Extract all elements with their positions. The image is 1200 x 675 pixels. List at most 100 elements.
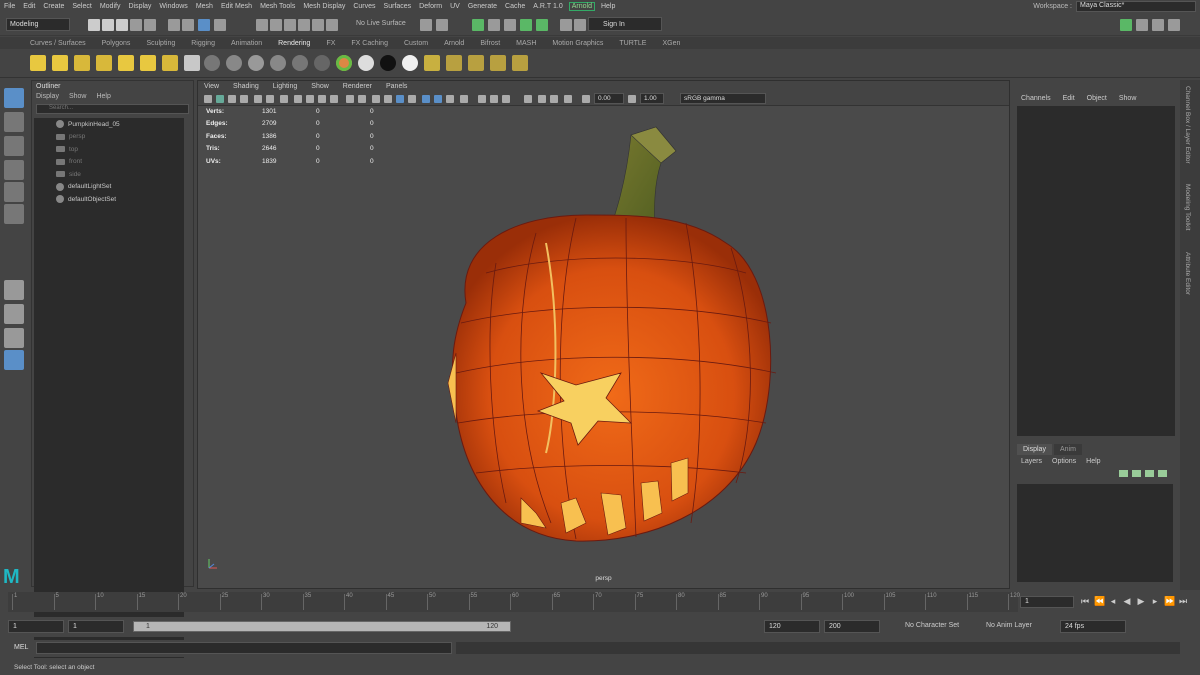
- tab-display[interactable]: Display: [1017, 444, 1052, 455]
- gamma-field[interactable]: 1.00: [640, 93, 664, 104]
- lock-selection-icon[interactable]: [214, 19, 226, 31]
- white-shader-icon[interactable]: [402, 55, 418, 71]
- animation-start-field[interactable]: 1: [8, 620, 64, 633]
- menu-create[interactable]: Create: [39, 3, 68, 10]
- move-layer-up-icon[interactable]: [1119, 470, 1128, 477]
- snap-curve-icon[interactable]: [270, 19, 282, 31]
- outliner-item-pumpkinhead[interactable]: PumpkinHead_05: [34, 118, 184, 131]
- play-backwards-icon[interactable]: ◀: [1122, 596, 1132, 606]
- character-set-dropdown[interactable]: No Character Set: [905, 622, 959, 629]
- phong-sphere-icon[interactable]: [248, 55, 264, 71]
- shelf-tab-polygons[interactable]: Polygons: [102, 40, 131, 47]
- playback-end-field[interactable]: 120: [764, 620, 820, 633]
- menu-a-r-t-1-0[interactable]: A.R.T 1.0: [529, 3, 566, 10]
- grid-icon[interactable]: [280, 95, 288, 103]
- smooth-shade-icon[interactable]: [384, 95, 392, 103]
- menu-help[interactable]: Help: [597, 3, 619, 10]
- shelf-tab-fx[interactable]: FX: [326, 40, 335, 47]
- outliner-item-defaultobjectset[interactable]: defaultObjectSet: [34, 193, 184, 206]
- menu-uv[interactable]: UV: [446, 3, 464, 10]
- menu-file[interactable]: File: [0, 3, 19, 10]
- shelf-tab-arnold[interactable]: Arnold: [444, 40, 464, 47]
- construction-history-icon[interactable]: [436, 19, 448, 31]
- time-slider[interactable]: 1 5 10 15 20 25 30 35 40 45 50 55 60 65 70 75 80 85 90 95 10…: [8, 592, 1020, 612]
- new-scene-icon[interactable]: [88, 19, 100, 31]
- field-chart-icon[interactable]: [330, 95, 338, 103]
- channel-box-area[interactable]: [1017, 106, 1175, 436]
- step-back-frame-icon[interactable]: ◂: [1108, 596, 1118, 606]
- history-icon[interactable]: [420, 19, 432, 31]
- shelf-tab-rendering[interactable]: Rendering: [278, 40, 310, 47]
- depth-of-field-icon[interactable]: [524, 95, 532, 103]
- hypershade-icon[interactable]: [536, 19, 548, 31]
- new-layer-icon[interactable]: [1145, 470, 1154, 477]
- go-to-end-icon[interactable]: ⏭: [1178, 596, 1188, 606]
- move-layer-down-icon[interactable]: [1132, 470, 1141, 477]
- snap-point-icon[interactable]: [284, 19, 296, 31]
- textured-icon[interactable]: [422, 95, 430, 103]
- xray-icon[interactable]: [408, 95, 416, 103]
- volume-light-icon[interactable]: [118, 55, 134, 71]
- viewport-panel[interactable]: View Shading Lighting Show Renderer Pane…: [197, 80, 1010, 589]
- shelf-tab-xgen[interactable]: XGen: [662, 40, 680, 47]
- fps-dropdown[interactable]: 24 fps: [1060, 620, 1126, 633]
- safe-action-icon[interactable]: [346, 95, 354, 103]
- tab-channel-box[interactable]: Channel Box / Layer Editor: [1184, 86, 1191, 164]
- viewport-menu-panels[interactable]: Panels: [386, 83, 407, 90]
- menu-arnold[interactable]: Arnold: [568, 2, 595, 11]
- channel-menu-show[interactable]: Show: [1119, 95, 1137, 102]
- film-gate-icon[interactable]: [294, 95, 302, 103]
- animation-end-field[interactable]: 200: [824, 620, 880, 633]
- exposure-reset-icon[interactable]: [582, 95, 590, 103]
- shelf-tab-mash[interactable]: MASH: [516, 40, 536, 47]
- outliner-menu-display[interactable]: Display: [36, 93, 59, 100]
- exposure-icon[interactable]: [538, 95, 546, 103]
- ambient-occlusion-icon[interactable]: [478, 95, 486, 103]
- surface-shader-icon[interactable]: [358, 55, 374, 71]
- current-frame-field[interactable]: 1: [1020, 596, 1074, 608]
- tool-settings-toggle-icon[interactable]: [1152, 19, 1164, 31]
- step-back-key-icon[interactable]: ⏪: [1094, 596, 1105, 606]
- persp-outliner-layout-icon[interactable]: [4, 328, 24, 348]
- step-forward-key-icon[interactable]: ⏩: [1164, 596, 1175, 606]
- area-light-icon[interactable]: [96, 55, 112, 71]
- outliner-menu-show[interactable]: Show: [69, 93, 87, 100]
- layer-menu-options[interactable]: Options: [1052, 458, 1076, 465]
- resolution-gate-icon[interactable]: [306, 95, 314, 103]
- menu-deform[interactable]: Deform: [415, 3, 446, 10]
- safe-title-icon[interactable]: [358, 95, 366, 103]
- paint-select-tool-icon[interactable]: [4, 136, 24, 156]
- lambert-sphere-icon[interactable]: [204, 55, 220, 71]
- render-settings-shelf-icon[interactable]: [446, 55, 462, 71]
- spot-light-2-icon[interactable]: [162, 55, 178, 71]
- layered-shader-icon[interactable]: [314, 55, 330, 71]
- menu-edit[interactable]: Edit: [19, 3, 39, 10]
- layer-menu-layers[interactable]: Layers: [1021, 458, 1042, 465]
- shelf-tab-custom[interactable]: Custom: [404, 40, 428, 47]
- snap-vertex-icon[interactable]: [326, 19, 338, 31]
- outliner-item-side[interactable]: side: [34, 168, 184, 181]
- camera-icon[interactable]: [184, 55, 200, 71]
- render-settings-icon[interactable]: [520, 19, 532, 31]
- select-component-icon[interactable]: [198, 19, 210, 31]
- step-forward-frame-icon[interactable]: ▸: [1150, 596, 1160, 606]
- shelf-tab-rigging[interactable]: Rigging: [191, 40, 215, 47]
- ambient-light-icon[interactable]: [140, 55, 156, 71]
- live-surface-label[interactable]: No Live Surface: [356, 20, 406, 27]
- viewport-menu-shading[interactable]: Shading: [233, 83, 259, 90]
- single-perspective-layout-icon[interactable]: [4, 280, 24, 300]
- tab-anim[interactable]: Anim: [1053, 444, 1082, 455]
- modeling-toolkit-toggle-icon[interactable]: [1120, 19, 1132, 31]
- viewport-menu-view[interactable]: View: [204, 83, 219, 90]
- go-to-start-icon[interactable]: ⏮: [1080, 596, 1090, 606]
- wireframe-on-shaded-icon[interactable]: [396, 95, 404, 103]
- snap-view-icon[interactable]: [298, 19, 310, 31]
- shelf-tab-curves-surfaces[interactable]: Curves / Surfaces: [30, 40, 86, 47]
- select-camera-icon[interactable]: [204, 95, 212, 103]
- sign-in-button[interactable]: Sign In: [588, 17, 662, 31]
- viewport-menu-renderer[interactable]: Renderer: [343, 83, 372, 90]
- playback-start-field[interactable]: 1: [68, 620, 124, 633]
- anisotropic-sphere-icon[interactable]: [292, 55, 308, 71]
- save-scene-icon[interactable]: [116, 19, 128, 31]
- render-layer-icon[interactable]: [424, 55, 440, 71]
